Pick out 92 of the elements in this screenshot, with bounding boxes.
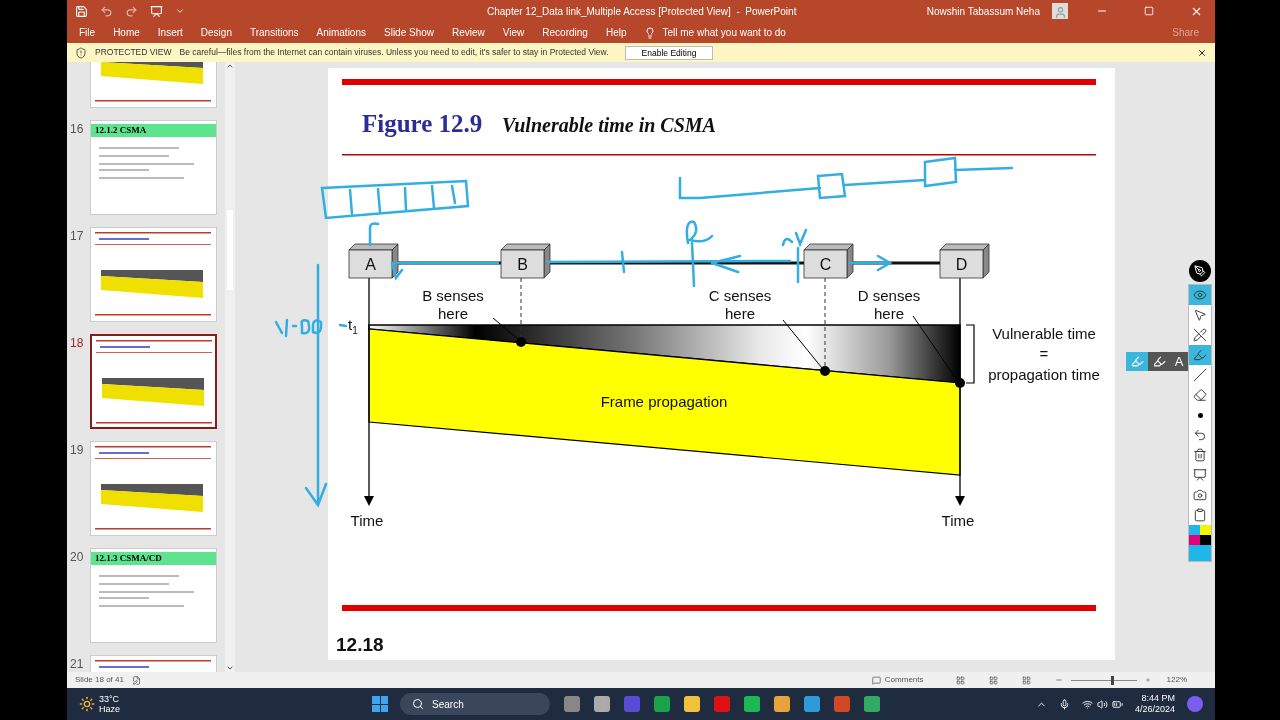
lightbulb-icon [644,26,657,39]
time-label: Time [941,512,975,529]
volume-icon[interactable] [1096,698,1108,710]
time-marker-label: t$_{1}$ [348,316,358,336]
figure-caption: Vulnerable time in CSMA [502,114,716,136]
ribbon-tab[interactable]: Help [605,25,627,40]
station-box [348,243,399,279]
pen-tool-icon[interactable] [1189,260,1211,282]
leader-line [492,317,519,340]
sense-label: here [438,305,468,322]
sense-label: B senses [422,287,484,304]
vulnerable-time-label: propagation time [988,366,1100,383]
close-icon[interactable] [1197,47,1207,58]
text-tool[interactable]: A [1170,352,1188,371]
ribbon-tab[interactable]: File [79,25,96,40]
protected-view-label: PROTECTED VIEW [95,46,172,59]
ribbon-tab[interactable]: Home [113,25,140,40]
figure-number: Figure 12.9 [362,110,483,137]
leader-line [912,315,958,381]
zoom-level: 122% [1166,674,1187,686]
redo-icon[interactable] [125,4,138,18]
highlighter-icon[interactable] [1189,345,1211,365]
user-name: Nowshin Tabassum Neha [926,4,1040,19]
customize-icon[interactable] [175,6,185,16]
sense-point [955,378,965,388]
ribbon-tab[interactable]: Animations [316,25,366,40]
eye-icon[interactable] [1189,285,1211,305]
station-box [500,243,551,279]
ribbon-tab[interactable]: Recording [542,25,588,40]
ribbon-tab[interactable]: Insert [157,25,183,40]
slide-number: 17 [70,228,85,245]
scroll-bar[interactable] [225,62,235,672]
sense-point [516,337,526,347]
enable-editing-button[interactable]: Enable Editing [624,45,714,60]
bracket [965,324,975,384]
save-icon[interactable] [75,4,88,18]
slide-thumbnail[interactable]: 12.1.3 CSMA/CD [90,548,217,643]
search-icon [412,698,424,710]
station-box [939,243,990,279]
view-icon[interactable] [1021,675,1031,685]
time-label: Time [350,512,384,529]
view-icon[interactable] [988,675,998,685]
notes-icon[interactable] [131,675,141,685]
slide-number: 21 [70,656,85,672]
view-icon[interactable] [955,675,965,685]
ribbon-tab[interactable]: Slide Show [384,25,434,40]
window-title: Chapter 12_Data link_Multiple Access [Protected View] - PowerPoint [487,4,797,19]
station-label: B [517,256,528,273]
slide-number: 19 [70,442,85,459]
sense-point [820,366,830,376]
ribbon-tab[interactable]: Review [452,25,485,40]
thumbnail-heading: 12.1.2 CSMA [91,124,216,137]
station-box [803,243,854,279]
frame-propagation-label: Frame propagation [600,393,728,410]
battery-icon[interactable] [1111,698,1123,710]
thumbnail-heading: 12.1.3 CSMA/CD [91,552,216,565]
vulnerable-time-label: Vulnerable time [992,325,1096,342]
station-label: A [365,256,376,273]
station-label: D [955,256,968,273]
slide-number: 18 [70,335,85,352]
search-field[interactable]: Search [400,693,550,715]
restore-icon[interactable] [1144,6,1154,16]
comments-button[interactable]: Comments [884,674,924,686]
windows-icon[interactable] [372,696,388,712]
slide-number: 20 [70,549,85,566]
info-shield-icon [75,46,87,59]
protected-view-message: Be careful—files from the Internet can contain viruses. Unless you need to edit, it's safer to stay in Protected View. [179,46,609,59]
slide-counter: Slide 18 of 41 [75,674,124,686]
vulnerable-time-label: = [1039,345,1049,362]
temperature: 33°C [99,694,120,704]
weather-icon [79,696,95,712]
slide-number-label: 12.18 [336,634,384,655]
ribbon-tab[interactable]: View [502,25,525,40]
sense-label: D senses [857,287,921,304]
mic-icon[interactable] [1058,698,1070,710]
undo-icon[interactable] [100,4,113,18]
color-palette[interactable] [1189,525,1211,561]
weather-text: Haze [99,704,120,714]
clock-time: 8:44 PM [1141,693,1175,704]
leader-line [782,319,823,369]
station-label: C [819,256,832,273]
sense-label: C senses [708,287,772,304]
sense-label: here [725,305,755,322]
wifi-icon[interactable] [1081,698,1093,710]
slide-number: 16 [70,121,85,138]
ribbon-tab[interactable]: Design [200,25,232,40]
slideshow-icon[interactable] [150,4,163,18]
tell-me-field[interactable]: Tell me what you want to do [662,25,786,40]
ribbon-tab[interactable]: Transitions [249,25,299,40]
sense-label: here [874,305,904,322]
slide-thumbnail[interactable]: 12.1.2 CSMA [90,120,217,215]
clock-date: 4/26/2024 [1134,704,1175,715]
